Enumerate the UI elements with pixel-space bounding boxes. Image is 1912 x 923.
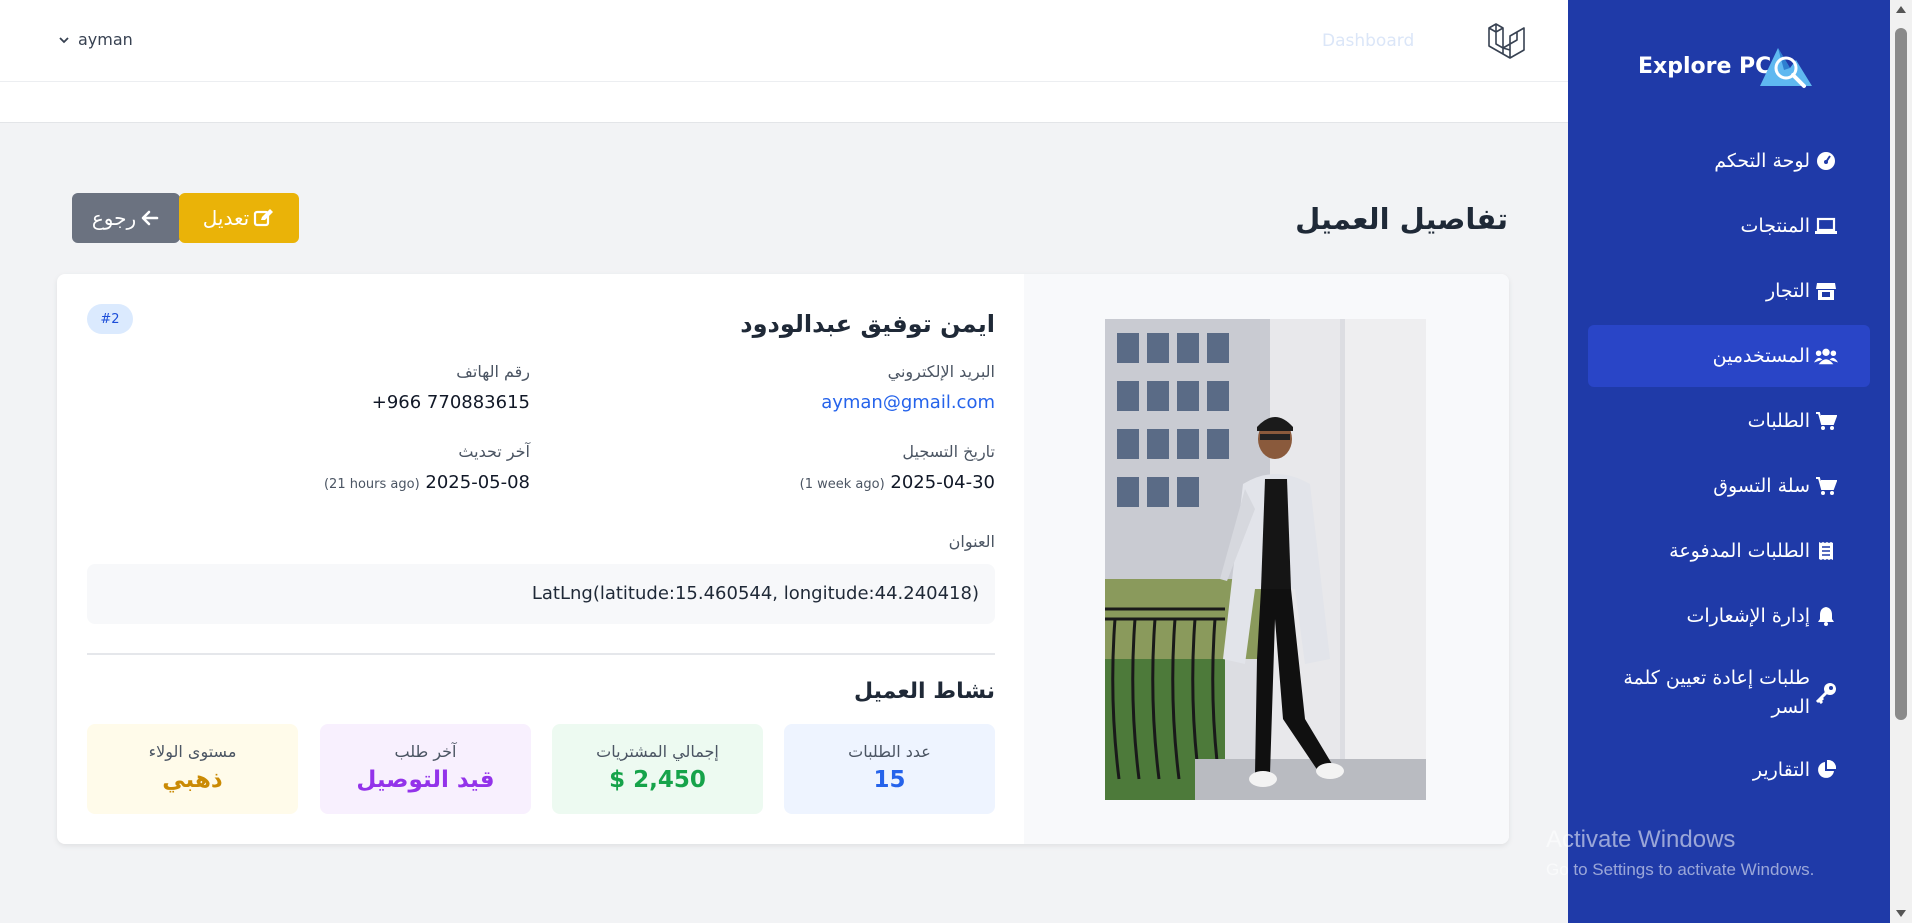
activity-title: نشاط العميل	[853, 679, 995, 704]
customer-name: ايمن توفيق عبدالودود	[740, 310, 995, 338]
cart-icon	[1814, 409, 1838, 433]
watermark-title: Activate Windows	[1546, 826, 1736, 853]
brand-name: Explore PC	[1638, 54, 1772, 79]
stat-label: مستوى الولاء	[148, 742, 237, 761]
phone-value: 770883615 966+	[371, 392, 530, 413]
customer-info: ايمن توفيق عبدالودود #2 البريد الإلكترون…	[87, 274, 995, 844]
scroll-thumb[interactable]	[1895, 28, 1907, 720]
email-link[interactable]: ayman@gmail.com	[821, 392, 995, 413]
edit-label: تعديل	[202, 206, 250, 230]
sidebar-item-reports[interactable]: التقارير	[1588, 739, 1870, 801]
bell-icon	[1814, 604, 1838, 628]
sidebar-item-paid-orders[interactable]: الطلبات المدفوعة	[1588, 520, 1870, 582]
customer-card: ايمن توفيق عبدالودود #2 البريد الإلكترون…	[57, 274, 1509, 844]
address-box: LatLng(latitude:15.460544, longitude:44.…	[87, 564, 995, 624]
sidebar-item-notifications[interactable]: إدارة الإشعارات	[1588, 585, 1870, 647]
stat-value: $ 2,450	[609, 767, 706, 793]
store-icon	[1814, 279, 1838, 303]
watermark-subtitle: Go to Settings to activate Windows.	[1546, 860, 1815, 879]
updated-label: آخر تحديث	[458, 442, 530, 461]
brand-logo-icon	[1760, 48, 1812, 88]
sidebar-item-label: إدارة الإشعارات	[1686, 605, 1810, 627]
stat-total-purchases: إجمالي المشتريات $ 2,450	[552, 724, 763, 814]
page-title: تفاصيل العميل	[1295, 202, 1508, 236]
registered-ago: (1 week ago)	[799, 477, 885, 492]
key-icon	[1814, 681, 1838, 705]
registered-value: (1 week ago) 2025-04-30	[800, 472, 995, 493]
stat-last-order: آخر طلب قيد التوصيل	[320, 724, 531, 814]
edit-icon	[254, 209, 274, 227]
sidebar-item-label: التجار	[1765, 280, 1810, 302]
windows-activation-watermark: Activate Windows Go to Settings to activ…	[1546, 826, 1814, 880]
user-name: ayman	[78, 30, 133, 49]
registered-label: تاريخ التسجيل	[902, 442, 995, 461]
sidebar-item-label: لوحة التحكم	[1714, 150, 1810, 172]
sidebar-item-merchants[interactable]: التجار	[1588, 260, 1870, 322]
sidebar-item-label: طلبات إعادة تعيين كلمة السر	[1623, 667, 1810, 718]
sidebar-item-label: سلة التسوق	[1713, 475, 1810, 497]
sidebar-item-label: المنتجات	[1740, 215, 1810, 237]
brand[interactable]: Explore PC	[1638, 40, 1838, 100]
scroll-up-arrow-icon[interactable]	[1896, 6, 1906, 13]
pie-chart-icon	[1814, 758, 1838, 782]
laravel-logo-icon	[1488, 23, 1525, 59]
users-icon	[1814, 344, 1838, 368]
sidebar-item-users[interactable]: المستخدمين	[1588, 325, 1870, 387]
stat-label: آخر طلب	[394, 742, 457, 761]
receipt-icon	[1814, 539, 1838, 563]
updated-ago: (21 hours ago)	[323, 477, 420, 492]
cart-icon	[1814, 474, 1838, 498]
updated-date: 2025-05-08	[425, 472, 530, 493]
speedometer-icon	[1814, 149, 1838, 173]
back-label: رجوع	[91, 206, 137, 230]
sidebar-nav: لوحة التحكم المنتجات التجار المستخدمين ا…	[1588, 130, 1870, 804]
customer-photo	[1105, 319, 1426, 800]
sidebar-item-dashboard[interactable]: لوحة التحكم	[1588, 130, 1870, 192]
sidebar-item-shopping-cart[interactable]: سلة التسوق	[1588, 455, 1870, 517]
stat-loyalty-level: مستوى الولاء ذهبي	[87, 724, 298, 814]
sidebar-item-label: التقارير	[1752, 759, 1810, 781]
dashboard-link[interactable]: Dashboard	[1322, 31, 1414, 51]
stat-value: قيد التوصيل	[356, 767, 495, 793]
sidebar-item-label: المستخدمين	[1712, 345, 1810, 367]
sidebar-item-label: الطلبات	[1747, 410, 1810, 432]
sidebar: Explore PC لوحة التحكم المنتجات التجار ا…	[1546, 0, 1890, 923]
id-badge: #2	[87, 304, 133, 334]
arrow-left-icon	[141, 210, 159, 226]
stat-label: إجمالي المشتريات	[596, 742, 719, 761]
stat-value: 15	[873, 767, 906, 793]
registered-date: 2025-04-30	[890, 472, 995, 493]
user-menu[interactable]: ayman	[58, 30, 133, 49]
phone-label: رقم الهاتف	[456, 362, 530, 381]
laptop-icon	[1814, 214, 1838, 238]
sidebar-item-password-resets[interactable]: طلبات إعادة تعيين كلمة السر	[1588, 650, 1870, 736]
stat-value: ذهبي	[162, 767, 223, 793]
top-navbar: ayman Dashboard	[0, 0, 1568, 82]
updated-value: (21 hours ago) 2025-05-08	[324, 472, 530, 493]
email-label: البريد الإلكتروني	[887, 362, 995, 381]
stat-label: عدد الطلبات	[848, 742, 931, 761]
sidebar-item-orders[interactable]: الطلبات	[1588, 390, 1870, 452]
stat-orders-count: عدد الطلبات 15	[784, 724, 995, 814]
scrollbar[interactable]	[1890, 0, 1912, 923]
sidebar-item-label: الطلبات المدفوعة	[1669, 540, 1810, 562]
address-label: العنوان	[948, 532, 995, 551]
photo-panel	[1024, 274, 1509, 844]
divider	[87, 653, 995, 655]
edit-button[interactable]: تعديل	[179, 193, 299, 243]
chevron-down-icon	[59, 36, 69, 43]
back-button[interactable]: رجوع	[72, 193, 180, 243]
sub-header	[0, 82, 1568, 123]
sidebar-item-products[interactable]: المنتجات	[1588, 195, 1870, 257]
scroll-down-arrow-icon[interactable]	[1896, 910, 1906, 917]
